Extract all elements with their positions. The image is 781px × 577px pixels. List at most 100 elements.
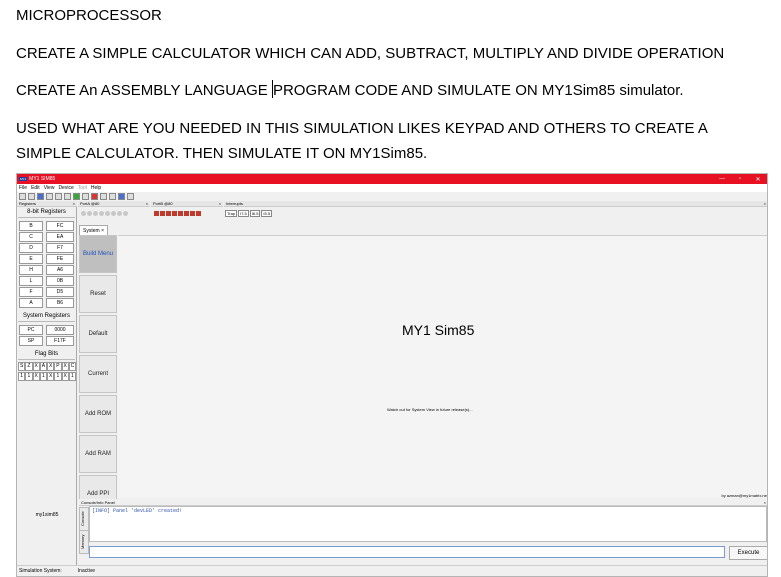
current-button[interactable]: Current [79, 355, 117, 393]
register-row: L 0B [17, 275, 76, 286]
minimize-button[interactable]: — [713, 176, 731, 182]
close-icon[interactable]: × [146, 201, 148, 206]
tab-console[interactable]: Console [79, 507, 89, 531]
menu-view[interactable]: View [44, 185, 55, 191]
system-sidebar: Build Menu Reset Default Current Add ROM… [79, 235, 117, 513]
close-icon[interactable]: × [219, 201, 221, 206]
step-icon[interactable] [82, 192, 89, 200]
led-icon [81, 211, 86, 216]
register-name: D [19, 242, 43, 253]
register-value: F17F [46, 335, 74, 346]
save-as-icon[interactable] [46, 192, 53, 200]
save-icon[interactable] [37, 192, 44, 200]
interrupt-buttons: Trap I7.5 I6.5 I5.5 [225, 210, 273, 217]
execute-button[interactable]: Execute [729, 546, 767, 560]
ports-row: Trap I7.5 I6.5 I5.5 [78, 207, 767, 220]
led-icon [105, 211, 110, 216]
switch-icon[interactable] [190, 211, 195, 216]
close-icon[interactable]: × [764, 500, 766, 505]
menu-device[interactable]: Device [58, 185, 73, 191]
close-icon[interactable]: × [73, 201, 75, 206]
register-row: SP F17F [17, 335, 76, 346]
switch-icon[interactable] [196, 211, 201, 216]
build-menu-button[interactable]: Build Menu [79, 235, 117, 273]
status-label: Simulation System: [19, 568, 62, 574]
register-value: FC [46, 220, 74, 231]
portb-switches [154, 211, 202, 218]
i55-button[interactable]: I5.5 [261, 210, 273, 217]
switch-icon[interactable] [184, 211, 189, 216]
close-button[interactable]: ✕ [749, 176, 767, 183]
led-icon [99, 211, 104, 216]
assemble-icon[interactable] [55, 192, 62, 200]
panel-icon[interactable] [109, 192, 116, 200]
console-panel: Console/Info Panel × Console Memory [INFO… [79, 499, 767, 565]
switch-icon[interactable] [178, 211, 183, 216]
toolbar [17, 192, 767, 200]
interrupts-panel-title: Interrupts [226, 201, 243, 206]
options-icon[interactable] [100, 192, 107, 200]
my1sim85-window: MY1 MY1 SIM85 — ▫ ✕ File Edit View Devic… [16, 173, 768, 577]
line-2-text-before: CREATE An ASSEMBLY LANGUAGE [16, 82, 272, 99]
switch-icon[interactable] [160, 211, 165, 216]
tab-memory[interactable]: Memory [79, 530, 89, 554]
flag-name: Z [25, 362, 33, 371]
command-input[interactable] [89, 546, 725, 558]
switch-icon[interactable] [154, 211, 159, 216]
document-heading: MICROPROCESSOR [16, 7, 162, 24]
add-ram-button[interactable]: Add RAM [79, 435, 117, 473]
flag-value: 1 [68, 372, 76, 381]
reset-button[interactable]: Reset [79, 275, 117, 313]
register-name: H [19, 264, 43, 275]
add-rom-button[interactable]: Add ROM [79, 395, 117, 433]
register-value: A6 [46, 264, 74, 275]
menu-file[interactable]: File [19, 185, 27, 191]
console-panel-title: Console/Info Panel [81, 499, 115, 505]
default-button[interactable]: Default [79, 315, 117, 353]
run-icon[interactable] [73, 192, 80, 200]
flag-value: 1 [18, 372, 26, 381]
info-icon[interactable] [127, 192, 134, 200]
switch-icon[interactable] [166, 211, 171, 216]
status-value: Inactive [77, 568, 96, 574]
register-name: SP [19, 335, 43, 346]
flag-names: SZXAXPXC [18, 362, 76, 371]
register-name: C [19, 231, 43, 242]
build-icon[interactable] [64, 192, 71, 200]
registers-panel: 8-bit Registers B FC C EA D F7 E FE H A6 L 0B … [17, 207, 77, 567]
system-registers-header: System Registers [18, 311, 75, 322]
switch-icon[interactable] [172, 211, 177, 216]
stop-icon[interactable] [91, 192, 98, 200]
document-line-4: SIMPLE CALCULATOR. THEN SIMULATE IT ON M… [16, 145, 428, 162]
console-log: [INFO] Panel 'devLED' created! [89, 506, 767, 542]
menu-edit[interactable]: Edit [31, 185, 40, 191]
trap-button[interactable]: Trap [225, 210, 238, 217]
registers-panel-title: Registers [19, 201, 36, 206]
flag-name: X [32, 362, 40, 371]
my1sim85-label: my1sim85 [35, 512, 59, 518]
register-name: F [19, 286, 43, 297]
maximize-button[interactable]: ▫ [731, 176, 749, 182]
i65-button[interactable]: I6.5 [249, 210, 261, 217]
new-icon[interactable] [19, 192, 26, 200]
flag-name: P [54, 362, 62, 371]
register-row: B FC [17, 220, 76, 231]
register-row: C EA [17, 231, 76, 242]
window-title: MY1 SIM85 [29, 176, 56, 182]
document-line-2: CREATE An ASSEMBLY LANGUAGE PROGRAM CODE… [16, 80, 684, 102]
i75-button[interactable]: I7.5 [238, 210, 249, 217]
console-panel-header: Console/Info Panel × [79, 499, 767, 506]
close-icon[interactable]: × [764, 201, 766, 206]
close-icon[interactable]: × [101, 228, 104, 234]
open-icon[interactable] [28, 192, 35, 200]
view-icon[interactable] [118, 192, 125, 200]
document-line-3: USED WHAT ARE YOU NEEDED IN THIS SIMULAT… [16, 120, 708, 137]
menu-help[interactable]: Help [91, 185, 101, 191]
flag-name: C [68, 362, 76, 371]
register-value: D5 [46, 286, 74, 297]
menu-tool[interactable]: Tool [78, 185, 87, 191]
register-value: EA [46, 231, 74, 242]
flag-bits-header: Flag Bits [18, 349, 75, 360]
porta-leds [81, 211, 129, 218]
register-value: B6 [46, 297, 74, 308]
